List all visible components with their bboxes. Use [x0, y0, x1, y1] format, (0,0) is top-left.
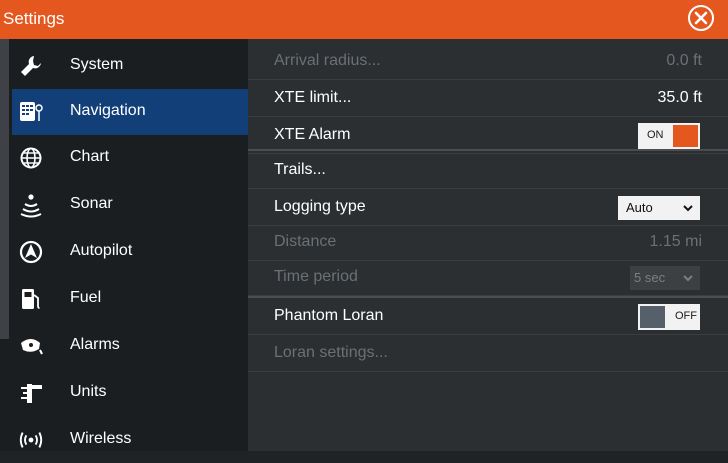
units-icon: [18, 380, 44, 406]
distance-value: 1.15 mi: [649, 233, 702, 250]
time-period-label: Time period: [274, 268, 358, 285]
sidebar-item-label: Autopilot: [70, 242, 133, 259]
toggle-state-label: OFF: [675, 310, 697, 322]
xte-alarm-toggle[interactable]: ON: [638, 123, 700, 149]
sidebar-item-label: Wireless: [70, 430, 132, 447]
sidebar-item-fuel[interactable]: Fuel: [12, 276, 248, 322]
xte-limit-row[interactable]: XTE limit... 35.0 ft: [248, 80, 728, 117]
autopilot-icon: [18, 239, 44, 265]
distance-label: Distance: [274, 233, 337, 250]
distance-row: Distance 1.15 mi: [248, 224, 728, 261]
xte-limit-label: XTE limit...: [274, 89, 352, 106]
logging-type-value: Auto: [626, 200, 653, 215]
sidebar-item-alarms[interactable]: Alarms: [12, 323, 248, 369]
sidebar-item-label: Fuel: [70, 289, 102, 306]
navigation-settings-panel: Arrival radius... 0.0 ft XTE limit... 35…: [248, 39, 728, 451]
phantom-loran-row: Phantom Loran OFF: [248, 298, 728, 335]
sidebar-item-system[interactable]: System: [12, 43, 248, 89]
arrival-radius-value: 0.0 ft: [666, 52, 702, 69]
wireless-icon: [18, 427, 44, 453]
phantom-loran-label: Phantom Loran: [274, 307, 384, 324]
chevron-down-icon: [683, 205, 693, 212]
fuel-icon: [18, 286, 44, 312]
xte-alarm-label: XTE Alarm: [274, 126, 351, 143]
sidebar-item-sonar[interactable]: Sonar: [12, 182, 248, 228]
toggle-knob: [640, 306, 665, 328]
title-bar: Settings: [0, 0, 728, 39]
sidebar-item-label: Navigation: [70, 102, 146, 119]
xte-limit-value: 35.0 ft: [657, 89, 702, 106]
globe-icon: [18, 145, 44, 171]
toggle-state-label: ON: [647, 129, 664, 141]
loran-settings-label: Loran settings...: [274, 344, 388, 361]
time-period-value: 5 sec: [634, 270, 666, 285]
phantom-loran-toggle[interactable]: OFF: [638, 304, 700, 330]
sonar-icon: [18, 192, 44, 218]
sidebar-item-wireless[interactable]: Wireless: [12, 417, 248, 463]
arrival-radius-label: Arrival radius...: [274, 52, 381, 69]
time-period-dropdown[interactable]: 5 sec: [630, 266, 700, 290]
sidebar-item-label: Alarms: [70, 336, 120, 353]
wrench-icon: [18, 53, 44, 79]
sidebar-item-label: Sonar: [70, 195, 113, 212]
time-period-row: Time period 5 sec: [248, 259, 728, 296]
trails-label: Trails...: [274, 161, 326, 178]
close-icon: [694, 11, 708, 25]
sidebar-item-chart[interactable]: Chart: [12, 135, 248, 181]
sidebar-item-label: Units: [70, 383, 107, 400]
sidebar-item-label: System: [70, 56, 124, 73]
alarm-icon: [18, 333, 44, 359]
logging-type-row: Logging type Auto: [248, 189, 728, 226]
logging-type-dropdown[interactable]: Auto: [618, 196, 700, 220]
close-button[interactable]: [688, 5, 714, 31]
loran-settings-row: Loran settings...: [248, 335, 728, 372]
logging-type-label: Logging type: [274, 198, 366, 215]
sidebar-item-units[interactable]: Units: [12, 370, 248, 416]
trails-row[interactable]: Trails...: [248, 152, 728, 189]
sidebar-scrollbar[interactable]: [0, 39, 9, 339]
window-title: Settings: [3, 9, 65, 28]
chevron-down-icon: [683, 275, 693, 282]
arrival-radius-row: Arrival radius... 0.0 ft: [248, 43, 728, 80]
sidebar-item-autopilot[interactable]: Autopilot: [12, 229, 248, 275]
section-divider: [248, 149, 728, 151]
navigation-icon: [18, 99, 44, 125]
sidebar-item-label: Chart: [70, 148, 110, 165]
toggle-knob: [673, 125, 698, 147]
sidebar-item-navigation[interactable]: Navigation: [12, 89, 260, 135]
